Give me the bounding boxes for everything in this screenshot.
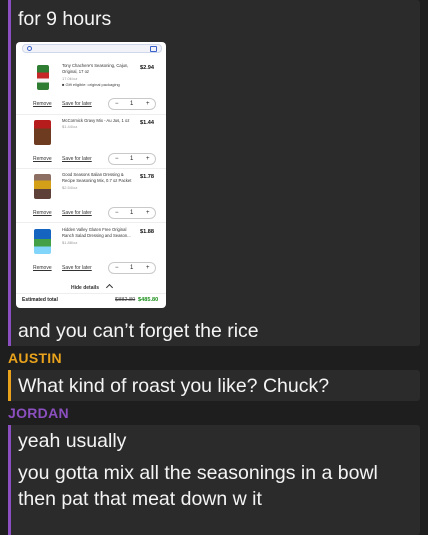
save-for-later-link[interactable]: Save for later <box>62 265 92 271</box>
quantity-value: 1 <box>130 210 134 216</box>
minus-button[interactable]: − <box>115 100 119 108</box>
author-color-bar <box>8 425 11 535</box>
message-text: you gotta mix all the seasonings in a bo… <box>18 462 378 484</box>
cart-item: Hidden Valley Gluten Free Original Ranch… <box>16 225 166 279</box>
minus-button[interactable]: − <box>115 155 119 163</box>
product-price: $1.78 <box>140 174 154 180</box>
message-text: then pat that meat down w it <box>18 488 262 510</box>
quantity-stepper[interactable]: − 1 + <box>108 207 156 219</box>
minus-button[interactable]: − <box>115 209 119 217</box>
cart-item: McCormick Gravy Mix - Au Jus, 1 oz $1.44… <box>16 116 166 170</box>
cart-item: Good Seasons Italian Dressing & Recipe S… <box>16 170 166 224</box>
message-text: and you can’t forget the rice <box>18 320 259 342</box>
save-for-later-link[interactable]: Save for later <box>62 210 92 216</box>
remove-link[interactable]: Remove <box>33 156 52 162</box>
message-text: What kind of roast you like? Chuck? <box>18 375 330 397</box>
product-name: Hidden Valley Gluten Free Original Ranch… <box>62 227 131 238</box>
author-name-jordan: JORDAN <box>8 405 69 421</box>
product-name: McCormick Gravy Mix - Au Jus, 1 oz <box>62 118 130 123</box>
product-price: $1.44 <box>140 120 154 126</box>
search-bar <box>22 44 162 53</box>
divider <box>16 114 166 115</box>
cart-icon <box>150 46 157 52</box>
estimated-total-label: Estimated total <box>22 297 58 303</box>
product-price: $2.94 <box>140 65 154 71</box>
quantity-value: 1 <box>130 265 134 271</box>
save-for-later-link[interactable]: Save for later <box>62 156 92 162</box>
quantity-stepper[interactable]: − 1 + <box>108 262 156 274</box>
dressing-packet-image <box>34 174 51 199</box>
product-name: Good Seasons Italian Dressing & Recipe S… <box>62 172 132 183</box>
divider <box>16 222 166 223</box>
gravy-packet-image <box>34 120 51 145</box>
original-total: $882.80 <box>115 297 136 303</box>
divider <box>16 293 166 294</box>
cart-screenshot-attachment[interactable]: Tony Chachere's Seasoning, Cajun, Origin… <box>16 42 166 308</box>
minus-button[interactable]: − <box>115 264 119 272</box>
message-text: yeah usually <box>18 430 127 452</box>
author-color-bar <box>8 0 11 346</box>
message-text: for 9 hours <box>18 8 112 30</box>
plus-button[interactable]: + <box>146 264 150 272</box>
quantity-stepper[interactable]: − 1 + <box>108 153 156 165</box>
plus-button[interactable]: + <box>146 100 150 108</box>
search-icon <box>27 46 32 51</box>
unit-price: $1.44/oz <box>62 124 78 129</box>
divider <box>16 168 166 169</box>
quantity-value: 1 <box>130 101 134 107</box>
remove-link[interactable]: Remove <box>33 210 52 216</box>
unit-price: 17.0¢/oz <box>62 76 78 81</box>
hide-details-link[interactable]: Hide details <box>71 285 99 291</box>
plus-button[interactable]: + <box>146 209 150 217</box>
save-for-later-link[interactable]: Save for later <box>62 101 92 107</box>
author-color-bar <box>8 370 11 401</box>
unit-price: $2.54/oz <box>62 185 78 190</box>
unit-price: $1.88/oz <box>62 240 78 245</box>
product-name: Tony Chachere's Seasoning, Cajun, Origin… <box>62 63 129 74</box>
plus-button[interactable]: + <box>146 155 150 163</box>
author-name-austin: AUSTIN <box>8 350 62 366</box>
discounted-total: $485.80 <box>138 297 159 303</box>
cart-item: Tony Chachere's Seasoning, Cajun, Origin… <box>16 61 166 115</box>
ranch-packet-image <box>34 229 51 254</box>
remove-link[interactable]: Remove <box>33 265 52 271</box>
product-price: $1.88 <box>140 229 154 235</box>
gift-eligible-note: ■ Gift eligible: original packaging <box>62 82 120 87</box>
quantity-stepper[interactable]: − 1 + <box>108 98 156 110</box>
remove-link[interactable]: Remove <box>33 101 52 107</box>
quantity-value: 1 <box>130 156 134 162</box>
chevron-up-icon <box>105 283 114 292</box>
seasoning-jar-image <box>37 65 49 90</box>
